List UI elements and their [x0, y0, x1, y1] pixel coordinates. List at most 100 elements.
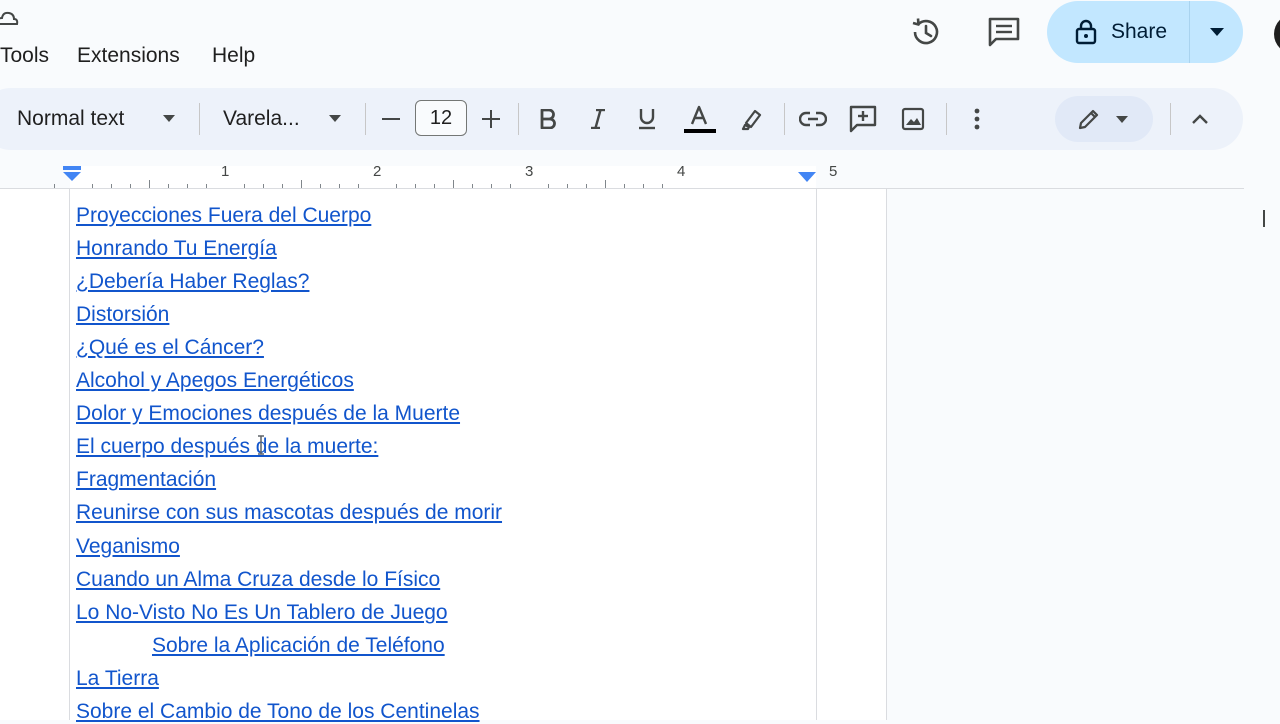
toc-link[interactable]: Honrando Tu Energía	[76, 237, 277, 261]
underline-button[interactable]	[627, 99, 667, 139]
ruler-tick	[244, 184, 245, 188]
editing-mode-button[interactable]	[1055, 96, 1153, 142]
ruler-active-area	[70, 166, 816, 188]
version-history-button[interactable]	[906, 12, 946, 52]
page-margin-line	[69, 189, 70, 720]
ruler-tick	[624, 184, 625, 188]
ruler-tick	[415, 184, 416, 188]
bold-button[interactable]	[528, 99, 568, 139]
plus-icon	[482, 110, 500, 128]
ruler-tick	[130, 184, 131, 188]
ruler-tick	[111, 184, 112, 188]
chevron-up-icon	[1192, 114, 1208, 124]
share-label: Share	[1111, 20, 1168, 43]
ruler-number: 4	[677, 163, 686, 180]
minus-icon	[382, 118, 400, 120]
highlighter-icon	[741, 109, 762, 131]
toc-link[interactable]: ¿Debería Haber Reglas?	[76, 270, 309, 294]
ruler-number: 5	[829, 163, 838, 180]
ruler-tick	[282, 184, 283, 188]
toolbar-divider	[518, 103, 519, 135]
ruler-tick	[339, 184, 340, 188]
right-indent-marker[interactable]	[797, 171, 817, 185]
ruler-tick	[263, 184, 264, 188]
toolbar-divider	[946, 103, 947, 135]
text-color-button[interactable]	[679, 99, 719, 139]
toc-link[interactable]: Reunirse con sus mascotas después de mor…	[76, 501, 502, 525]
bold-icon	[540, 109, 556, 129]
caret-down-icon	[1209, 28, 1224, 36]
more-vert-icon	[974, 108, 980, 130]
toc-link[interactable]: Distorsión	[76, 303, 169, 327]
menu-tools[interactable]: Tools	[0, 44, 49, 68]
ruler-tick	[168, 184, 169, 188]
ruler-tick	[92, 184, 93, 188]
italic-icon	[591, 109, 605, 129]
font-size-input[interactable]: 12	[415, 100, 467, 136]
ruler-tick	[396, 184, 397, 188]
ruler-tick	[54, 184, 55, 188]
ruler-number: 3	[525, 163, 534, 180]
toc-link[interactable]: Sobre el Cambio de Tono de los Centinela…	[76, 700, 480, 724]
history-icon	[912, 18, 939, 45]
ruler-tick	[472, 184, 473, 188]
text-cursor-icon	[258, 435, 264, 455]
caret-down-icon	[329, 115, 341, 122]
cloud-icon[interactable]	[0, 8, 20, 30]
text-color-icon	[684, 105, 716, 133]
decrease-font-size-button[interactable]	[371, 99, 411, 139]
comments-button[interactable]	[984, 12, 1024, 52]
menu-extensions[interactable]: Extensions	[77, 44, 180, 68]
scrollbar-edge[interactable]	[1263, 210, 1265, 227]
toc-link[interactable]: ¿Qué es el Cáncer?	[76, 336, 264, 360]
share-options-button[interactable]	[1190, 1, 1243, 63]
ruler-tick	[662, 184, 663, 188]
account-avatar[interactable]	[1274, 14, 1280, 54]
comment-icon	[988, 17, 1020, 47]
link-icon	[799, 111, 827, 127]
toc-link[interactable]: El cuerpo después de la muerte:	[76, 435, 378, 459]
ruler-tick	[206, 184, 207, 188]
ruler-tick	[434, 184, 435, 188]
toc-link[interactable]: Fragmentación	[76, 468, 216, 492]
hide-menus-button[interactable]	[1180, 99, 1220, 139]
ruler-tick	[491, 184, 492, 188]
toc-link[interactable]: La Tierra	[76, 667, 159, 691]
ruler-tick	[453, 180, 454, 188]
toc-link[interactable]: Cuando un Alma Cruza desde lo Físico	[76, 568, 440, 592]
left-indent-marker[interactable]	[62, 166, 82, 186]
page-margin-line	[816, 189, 817, 720]
toolbar-divider	[784, 103, 785, 135]
ruler-tick	[510, 184, 511, 188]
toc-link[interactable]: Dolor y Emociones después de la Muerte	[76, 402, 460, 426]
toc-link[interactable]: Alcohol y Apegos Energéticos	[76, 369, 354, 393]
share-button[interactable]: Share	[1047, 1, 1189, 63]
share-button-group: Share	[1047, 1, 1243, 63]
menu-help[interactable]: Help	[212, 44, 255, 68]
toc-link[interactable]: Sobre la Aplicación de Teléfono	[152, 634, 445, 658]
add-comment-icon	[849, 105, 877, 133]
ruler-tick	[643, 184, 644, 188]
ruler-number: 1	[221, 163, 230, 180]
toc-link[interactable]: Lo No-Visto No Es Un Tablero de Juego	[76, 601, 448, 625]
font-family-select[interactable]: Varela...	[223, 106, 300, 132]
increase-font-size-button[interactable]	[471, 99, 511, 139]
more-options-button[interactable]	[957, 99, 997, 139]
ruler-tick	[149, 180, 150, 188]
highlight-color-button[interactable]	[732, 99, 772, 139]
insert-link-button[interactable]	[793, 99, 833, 139]
ruler-tick	[301, 180, 302, 188]
toc-link[interactable]: Veganismo	[76, 535, 180, 559]
insert-comment-button[interactable]	[843, 99, 883, 139]
insert-image-button[interactable]	[893, 99, 933, 139]
underline-icon	[639, 109, 655, 130]
caret-down-icon	[1116, 116, 1128, 123]
italic-button[interactable]	[578, 99, 618, 139]
toolbar-divider	[1170, 103, 1171, 135]
ruler-tick	[320, 184, 321, 188]
pencil-icon	[1078, 109, 1099, 130]
paragraph-style-select[interactable]: Normal text	[17, 106, 124, 132]
toc-link[interactable]: Proyecciones Fuera del Cuerpo	[76, 204, 371, 228]
ruler-tick	[548, 184, 549, 188]
caret-down-icon	[163, 115, 175, 122]
